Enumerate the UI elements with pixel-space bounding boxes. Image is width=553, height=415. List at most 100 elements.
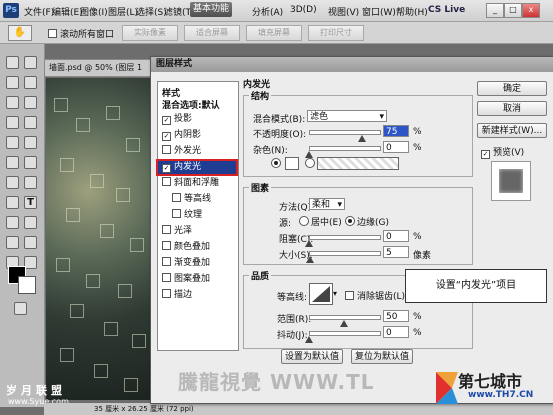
3d-orbit-icon[interactable] — [24, 236, 37, 249]
blending-options-item[interactable]: 混合选项:默认 — [158, 100, 236, 113]
reset-default-button[interactable]: 复位为默认值 — [351, 349, 413, 364]
3d-rotate-icon[interactable] — [6, 236, 19, 249]
style-checkbox[interactable] — [162, 257, 171, 266]
source-edge-radio[interactable]: 边缘(G) — [345, 215, 389, 228]
style-item[interactable]: 外发光 — [158, 145, 236, 158]
menu-image[interactable]: 图像(I) — [80, 5, 108, 18]
style-checkbox[interactable]: ✓ — [162, 116, 171, 125]
gradient-radio[interactable] — [305, 158, 317, 170]
source-center-radio[interactable]: 居中(E) — [299, 215, 342, 228]
actual-pixels-button[interactable]: 实际像素 — [122, 25, 178, 41]
document-tab[interactable]: 墙面.psd @ 50% (图层 1 — [44, 59, 160, 77]
style-item[interactable]: 图案叠加 — [158, 273, 236, 286]
fit-screen-button[interactable]: 适合屏幕 — [184, 25, 240, 41]
gradient-tool-icon[interactable] — [24, 156, 37, 169]
quick-mask-icon[interactable] — [14, 302, 27, 315]
hand-tool-icon[interactable]: ✋ — [8, 25, 32, 41]
style-item[interactable]: 描边 — [158, 289, 236, 302]
ok-button[interactable]: 确定 — [477, 81, 547, 96]
method-select[interactable]: 柔和 ▾ — [309, 198, 345, 210]
healing-brush-icon[interactable] — [6, 116, 19, 129]
noise-input[interactable]: 0 — [383, 141, 409, 153]
print-size-button[interactable]: 打印尺寸 — [308, 25, 364, 41]
size-slider-knob[interactable] — [306, 256, 315, 263]
style-checkbox[interactable]: ✓ — [162, 132, 171, 141]
jitter-input[interactable]: 0 — [383, 326, 409, 338]
style-item[interactable]: ✓ 内阴影 — [158, 129, 236, 142]
styles-header[interactable]: 样式 — [162, 86, 180, 99]
style-item[interactable]: ✓ 内发光 — [156, 159, 238, 176]
set-default-button[interactable]: 设置为默认值 — [281, 349, 343, 364]
style-item[interactable]: ✓ 投影 — [158, 113, 236, 126]
menu-help[interactable]: 帮助(H) — [396, 5, 428, 18]
brush-tool-icon[interactable] — [24, 116, 37, 129]
size-input[interactable]: 5 — [383, 246, 409, 258]
path-select-icon[interactable] — [6, 216, 19, 229]
opacity-slider-knob[interactable] — [357, 135, 366, 142]
cs-live-button[interactable]: CS Live — [428, 5, 465, 15]
contour-picker[interactable] — [309, 283, 333, 305]
style-checkbox[interactable] — [172, 193, 181, 202]
style-checkbox[interactable] — [162, 177, 171, 186]
blur-tool-icon[interactable] — [6, 176, 19, 189]
glow-color-swatch[interactable] — [285, 157, 299, 170]
style-item[interactable]: 纹理 — [158, 209, 236, 222]
style-item[interactable]: 光泽 — [158, 225, 236, 238]
menu-view[interactable]: 视图(V) — [328, 5, 359, 18]
style-checkbox[interactable] — [162, 145, 171, 154]
menu-select[interactable]: 选择(S) — [136, 5, 167, 18]
lasso-tool-icon[interactable] — [6, 76, 19, 89]
pen-tool-icon[interactable] — [6, 196, 19, 209]
antialias-checkbox[interactable]: 消除锯齿(L) — [345, 289, 405, 302]
type-tool-icon[interactable]: T — [24, 196, 37, 209]
solid-color-radio[interactable] — [271, 158, 283, 170]
style-checkbox[interactable]: ✓ — [162, 164, 171, 173]
cancel-button[interactable]: 取消 — [477, 101, 547, 116]
fill-screen-button[interactable]: 填充屏幕 — [246, 25, 302, 41]
style-checkbox[interactable] — [172, 209, 181, 218]
style-checkbox[interactable] — [162, 225, 171, 234]
choke-slider[interactable] — [309, 235, 381, 240]
style-item[interactable]: 颜色叠加 — [158, 241, 236, 254]
style-checkbox[interactable] — [162, 273, 171, 282]
blend-mode-select[interactable]: 滤色 ▾ — [307, 110, 387, 122]
history-brush-icon[interactable] — [24, 136, 37, 149]
jitter-slider-knob[interactable] — [305, 336, 313, 343]
range-slider-knob[interactable] — [340, 320, 348, 327]
size-slider[interactable] — [309, 251, 381, 256]
opacity-input[interactable]: 75 — [383, 125, 409, 137]
preview-checkbox[interactable]: ✓ 预览(V) — [481, 145, 524, 159]
menu-window[interactable]: 窗口(W) — [362, 5, 396, 18]
menu-edit[interactable]: 编辑(E) — [52, 5, 83, 18]
range-input[interactable]: 50 — [383, 310, 409, 322]
choke-input[interactable]: 0 — [383, 230, 409, 242]
gradient-picker[interactable] — [317, 157, 399, 170]
menu-3d[interactable]: 3D(D) — [290, 5, 317, 15]
background-color-swatch[interactable] — [18, 276, 36, 294]
eraser-tool-icon[interactable] — [6, 156, 19, 169]
choke-slider-knob[interactable] — [305, 240, 313, 247]
shape-tool-icon[interactable] — [24, 216, 37, 229]
style-item[interactable]: 等高线 — [158, 193, 236, 206]
contour-dropdown-icon[interactable]: ▾ — [333, 289, 337, 298]
style-checkbox[interactable] — [162, 241, 171, 250]
opacity-slider[interactable] — [309, 130, 381, 135]
basic-function-button[interactable]: 基本功能 — [190, 2, 232, 17]
menu-file[interactable]: 文件(F) — [24, 5, 54, 18]
marquee-tool-icon[interactable] — [24, 56, 37, 69]
new-style-button[interactable]: 新建样式(W)... — [477, 123, 547, 138]
noise-slider-knob[interactable] — [305, 151, 313, 158]
document-canvas[interactable] — [46, 78, 152, 400]
scroll-all-windows-checkbox[interactable]: 滚动所有窗口 — [48, 27, 114, 40]
move-tool-icon[interactable] — [6, 56, 19, 69]
close-button[interactable]: x — [522, 3, 540, 18]
jitter-slider[interactable] — [309, 331, 381, 336]
crop-tool-icon[interactable] — [6, 96, 19, 109]
style-item[interactable]: 渐变叠加 — [158, 257, 236, 270]
dodge-tool-icon[interactable] — [24, 176, 37, 189]
restore-button[interactable]: □ — [504, 3, 522, 18]
menu-layer[interactable]: 图层(L) — [108, 5, 138, 18]
eyedropper-icon[interactable] — [24, 96, 37, 109]
style-item[interactable]: 斜面和浮雕 — [158, 177, 236, 190]
style-checkbox[interactable] — [162, 289, 171, 298]
